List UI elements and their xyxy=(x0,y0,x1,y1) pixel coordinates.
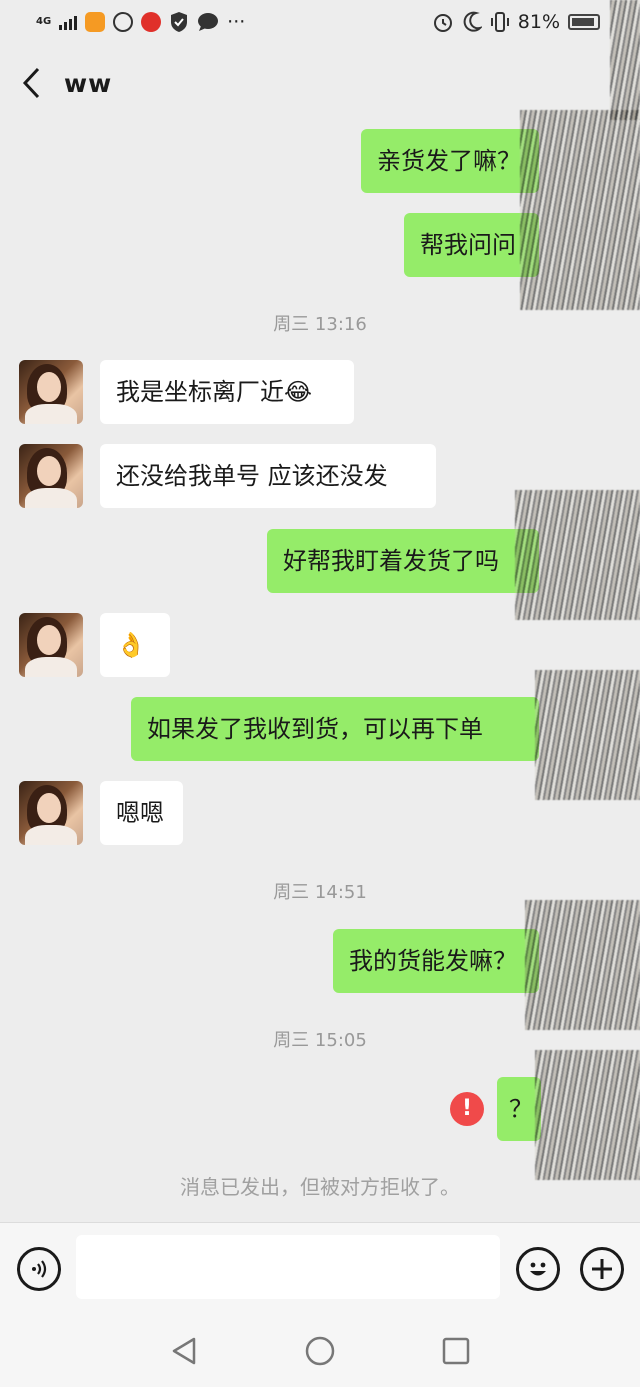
message-bubble-sent[interactable]: 如果发了我收到货，可以再下单 xyxy=(131,697,539,761)
chat-header: ww xyxy=(0,50,640,116)
send-failed-icon[interactable]: ! xyxy=(450,1092,484,1126)
redaction-scribble xyxy=(525,900,640,1030)
square-recent-icon[interactable] xyxy=(441,1336,471,1366)
redaction-scribble xyxy=(535,670,640,800)
signal-icon xyxy=(59,14,78,30)
battery-percent: 81% xyxy=(517,11,560,33)
message-bubble-sent[interactable]: 好帮我盯着发货了吗 xyxy=(267,529,539,593)
status-bar: 4G ··· 81% xyxy=(0,0,640,44)
uc-browser-icon xyxy=(85,12,106,32)
message-input[interactable] xyxy=(76,1235,500,1299)
status-left: 4G ··· xyxy=(36,11,245,33)
redaction-scribble xyxy=(610,0,640,120)
redaction-scribble xyxy=(535,1050,640,1180)
more-icon: ··· xyxy=(227,11,246,33)
battery-icon xyxy=(568,14,600,30)
message-bubble-received[interactable]: 还没给我单号 应该还没发 xyxy=(100,444,436,508)
circle-home-icon[interactable] xyxy=(304,1335,336,1367)
avatar[interactable] xyxy=(19,444,83,508)
navigation-bar xyxy=(0,1314,640,1387)
message-bubble-sent[interactable]: 帮我问问 xyxy=(404,213,539,277)
emoji-icon[interactable] xyxy=(516,1247,560,1291)
status-right: 81% xyxy=(432,11,600,33)
app-icon xyxy=(113,12,134,32)
voice-icon[interactable] xyxy=(17,1247,61,1291)
triangle-back-icon[interactable] xyxy=(170,1336,198,1366)
shield-icon xyxy=(171,12,188,32)
moon-icon xyxy=(463,11,482,32)
network-type: 4G xyxy=(36,16,52,27)
redaction-scribble xyxy=(515,490,640,620)
message-bubble-sent[interactable]: 我的货能发嘛？ xyxy=(333,929,539,993)
message-bubble-received[interactable]: 嗯嗯 xyxy=(100,781,183,845)
chat-title: ww xyxy=(64,68,113,98)
chat-bubble-icon xyxy=(198,13,219,31)
avatar[interactable] xyxy=(19,360,83,424)
weibo-icon xyxy=(141,12,162,32)
chevron-left-icon[interactable] xyxy=(20,63,50,103)
input-bar xyxy=(0,1222,640,1314)
plus-icon[interactable] xyxy=(580,1247,624,1291)
alarm-icon xyxy=(433,14,452,32)
vibrate-icon xyxy=(490,12,509,32)
message-bubble-received[interactable]: 我是坐标离厂近😂 xyxy=(100,360,354,424)
message-bubble-received[interactable]: 👌 xyxy=(100,613,170,677)
avatar[interactable] xyxy=(19,781,83,845)
timestamp: 周三 13:16 xyxy=(273,314,367,335)
avatar[interactable] xyxy=(19,613,83,677)
message-bubble-sent[interactable]: 亲货发了嘛？ xyxy=(361,129,539,193)
redaction-scribble xyxy=(520,110,640,310)
